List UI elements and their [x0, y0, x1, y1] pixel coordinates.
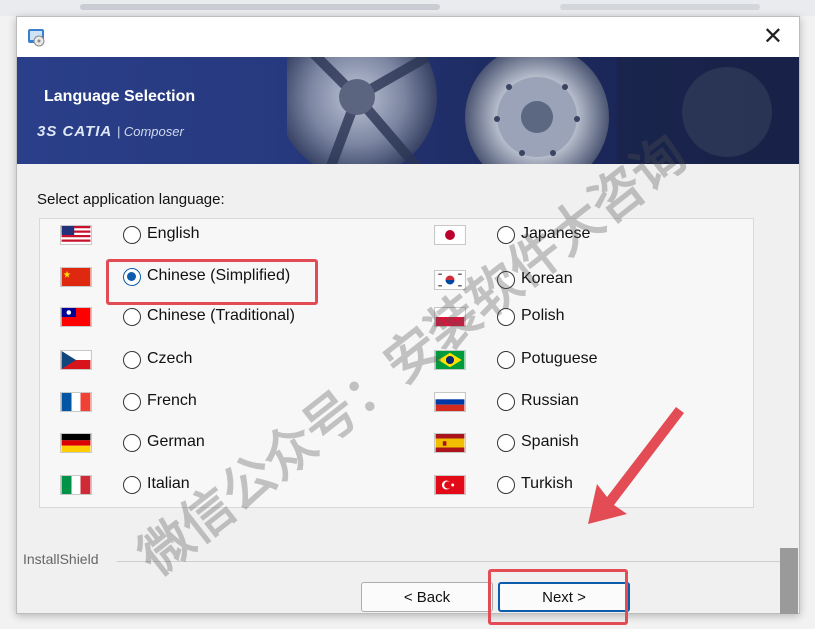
language-label: Italian	[147, 475, 190, 492]
jp-flag-icon	[434, 225, 466, 245]
dialog-heading: Language Selection	[44, 88, 196, 105]
radio-french[interactable]	[123, 393, 141, 411]
cz-flag-icon	[60, 350, 92, 370]
back-button[interactable]: < Back	[361, 582, 493, 612]
radio-russian[interactable]	[497, 393, 515, 411]
language-option-polish[interactable]: Polish	[434, 305, 734, 331]
brand-subtitle: | Composer	[116, 124, 184, 139]
selection-highlight-annotation	[106, 259, 318, 305]
dialog-content: Select application language: English Chi…	[17, 164, 799, 625]
language-label: Korean	[521, 270, 573, 287]
language-option-spanish[interactable]: Spanish	[434, 431, 734, 457]
close-button[interactable]: ✕	[763, 23, 783, 51]
tr-flag-icon	[434, 475, 466, 495]
language-option-portuguese[interactable]: Potuguese	[434, 348, 734, 374]
language-label: Polish	[521, 307, 565, 324]
language-label: Spanish	[521, 433, 579, 450]
language-label: Russian	[521, 392, 579, 409]
background-window-strip	[0, 0, 815, 16]
language-option-russian[interactable]: Russian	[434, 390, 734, 416]
language-label: German	[147, 433, 205, 450]
radio-italian[interactable]	[123, 476, 141, 494]
wheel-illustration	[287, 57, 799, 164]
language-option-czech[interactable]: Czech	[60, 348, 420, 374]
catia-composer-logo: 3S CATIA | Composer	[37, 123, 184, 140]
language-option-english[interactable]: English	[60, 223, 420, 249]
tw-flag-icon	[60, 307, 92, 327]
radio-turkish[interactable]	[497, 476, 515, 494]
installer-app-icon	[28, 29, 45, 47]
language-label: Turkish	[521, 475, 573, 492]
language-selection-dialog: ✕ Language Selection 3S CATIA | Composer	[16, 16, 800, 625]
language-option-turkish[interactable]: Turkish	[434, 473, 734, 499]
radio-czech[interactable]	[123, 351, 141, 369]
es-flag-icon	[434, 433, 466, 453]
language-option-korean[interactable]: Korean	[434, 268, 734, 294]
radio-german[interactable]	[123, 434, 141, 452]
blurred-background-text	[80, 4, 440, 10]
language-label: Czech	[147, 350, 193, 367]
us-flag-icon	[60, 225, 92, 245]
next-highlight-annotation	[488, 569, 628, 625]
language-prompt: Select application language:	[37, 191, 225, 208]
kr-flag-icon	[434, 270, 466, 290]
radio-english[interactable]	[123, 226, 141, 244]
language-label: French	[147, 392, 197, 409]
language-label: Japanese	[521, 225, 591, 242]
radio-korean[interactable]	[497, 271, 515, 289]
blurred-background-text	[560, 4, 760, 10]
language-label: Chinese (Traditional)	[147, 307, 295, 324]
radio-chinese-traditional[interactable]	[123, 308, 141, 326]
ru-flag-icon	[434, 392, 466, 412]
cn-flag-icon	[60, 267, 92, 287]
fr-flag-icon	[60, 392, 92, 412]
title-bar: ✕	[17, 17, 799, 57]
language-option-chinese-traditional[interactable]: Chinese (Traditional)	[60, 305, 420, 331]
radio-spanish[interactable]	[497, 434, 515, 452]
installshield-label: InstallShield	[23, 551, 99, 567]
ds-logo-mark: 3S	[37, 123, 58, 140]
pl-flag-icon	[434, 307, 466, 327]
radio-polish[interactable]	[497, 308, 515, 326]
language-option-italian[interactable]: Italian	[60, 473, 420, 499]
language-label: English	[147, 225, 200, 242]
scrollbar[interactable]	[780, 548, 798, 614]
footer-divider	[117, 561, 787, 562]
language-option-german[interactable]: German	[60, 431, 420, 457]
language-option-japanese[interactable]: Japanese	[434, 223, 734, 249]
de-flag-icon	[60, 433, 92, 453]
brand-name: CATIA	[62, 123, 112, 140]
it-flag-icon	[60, 475, 92, 495]
radio-portuguese[interactable]	[497, 351, 515, 369]
br-flag-icon	[434, 350, 466, 370]
language-label: Potuguese	[521, 350, 598, 367]
language-option-french[interactable]: French	[60, 390, 420, 416]
radio-japanese[interactable]	[497, 226, 515, 244]
header-banner: Language Selection 3S CATIA | Composer	[17, 57, 799, 164]
